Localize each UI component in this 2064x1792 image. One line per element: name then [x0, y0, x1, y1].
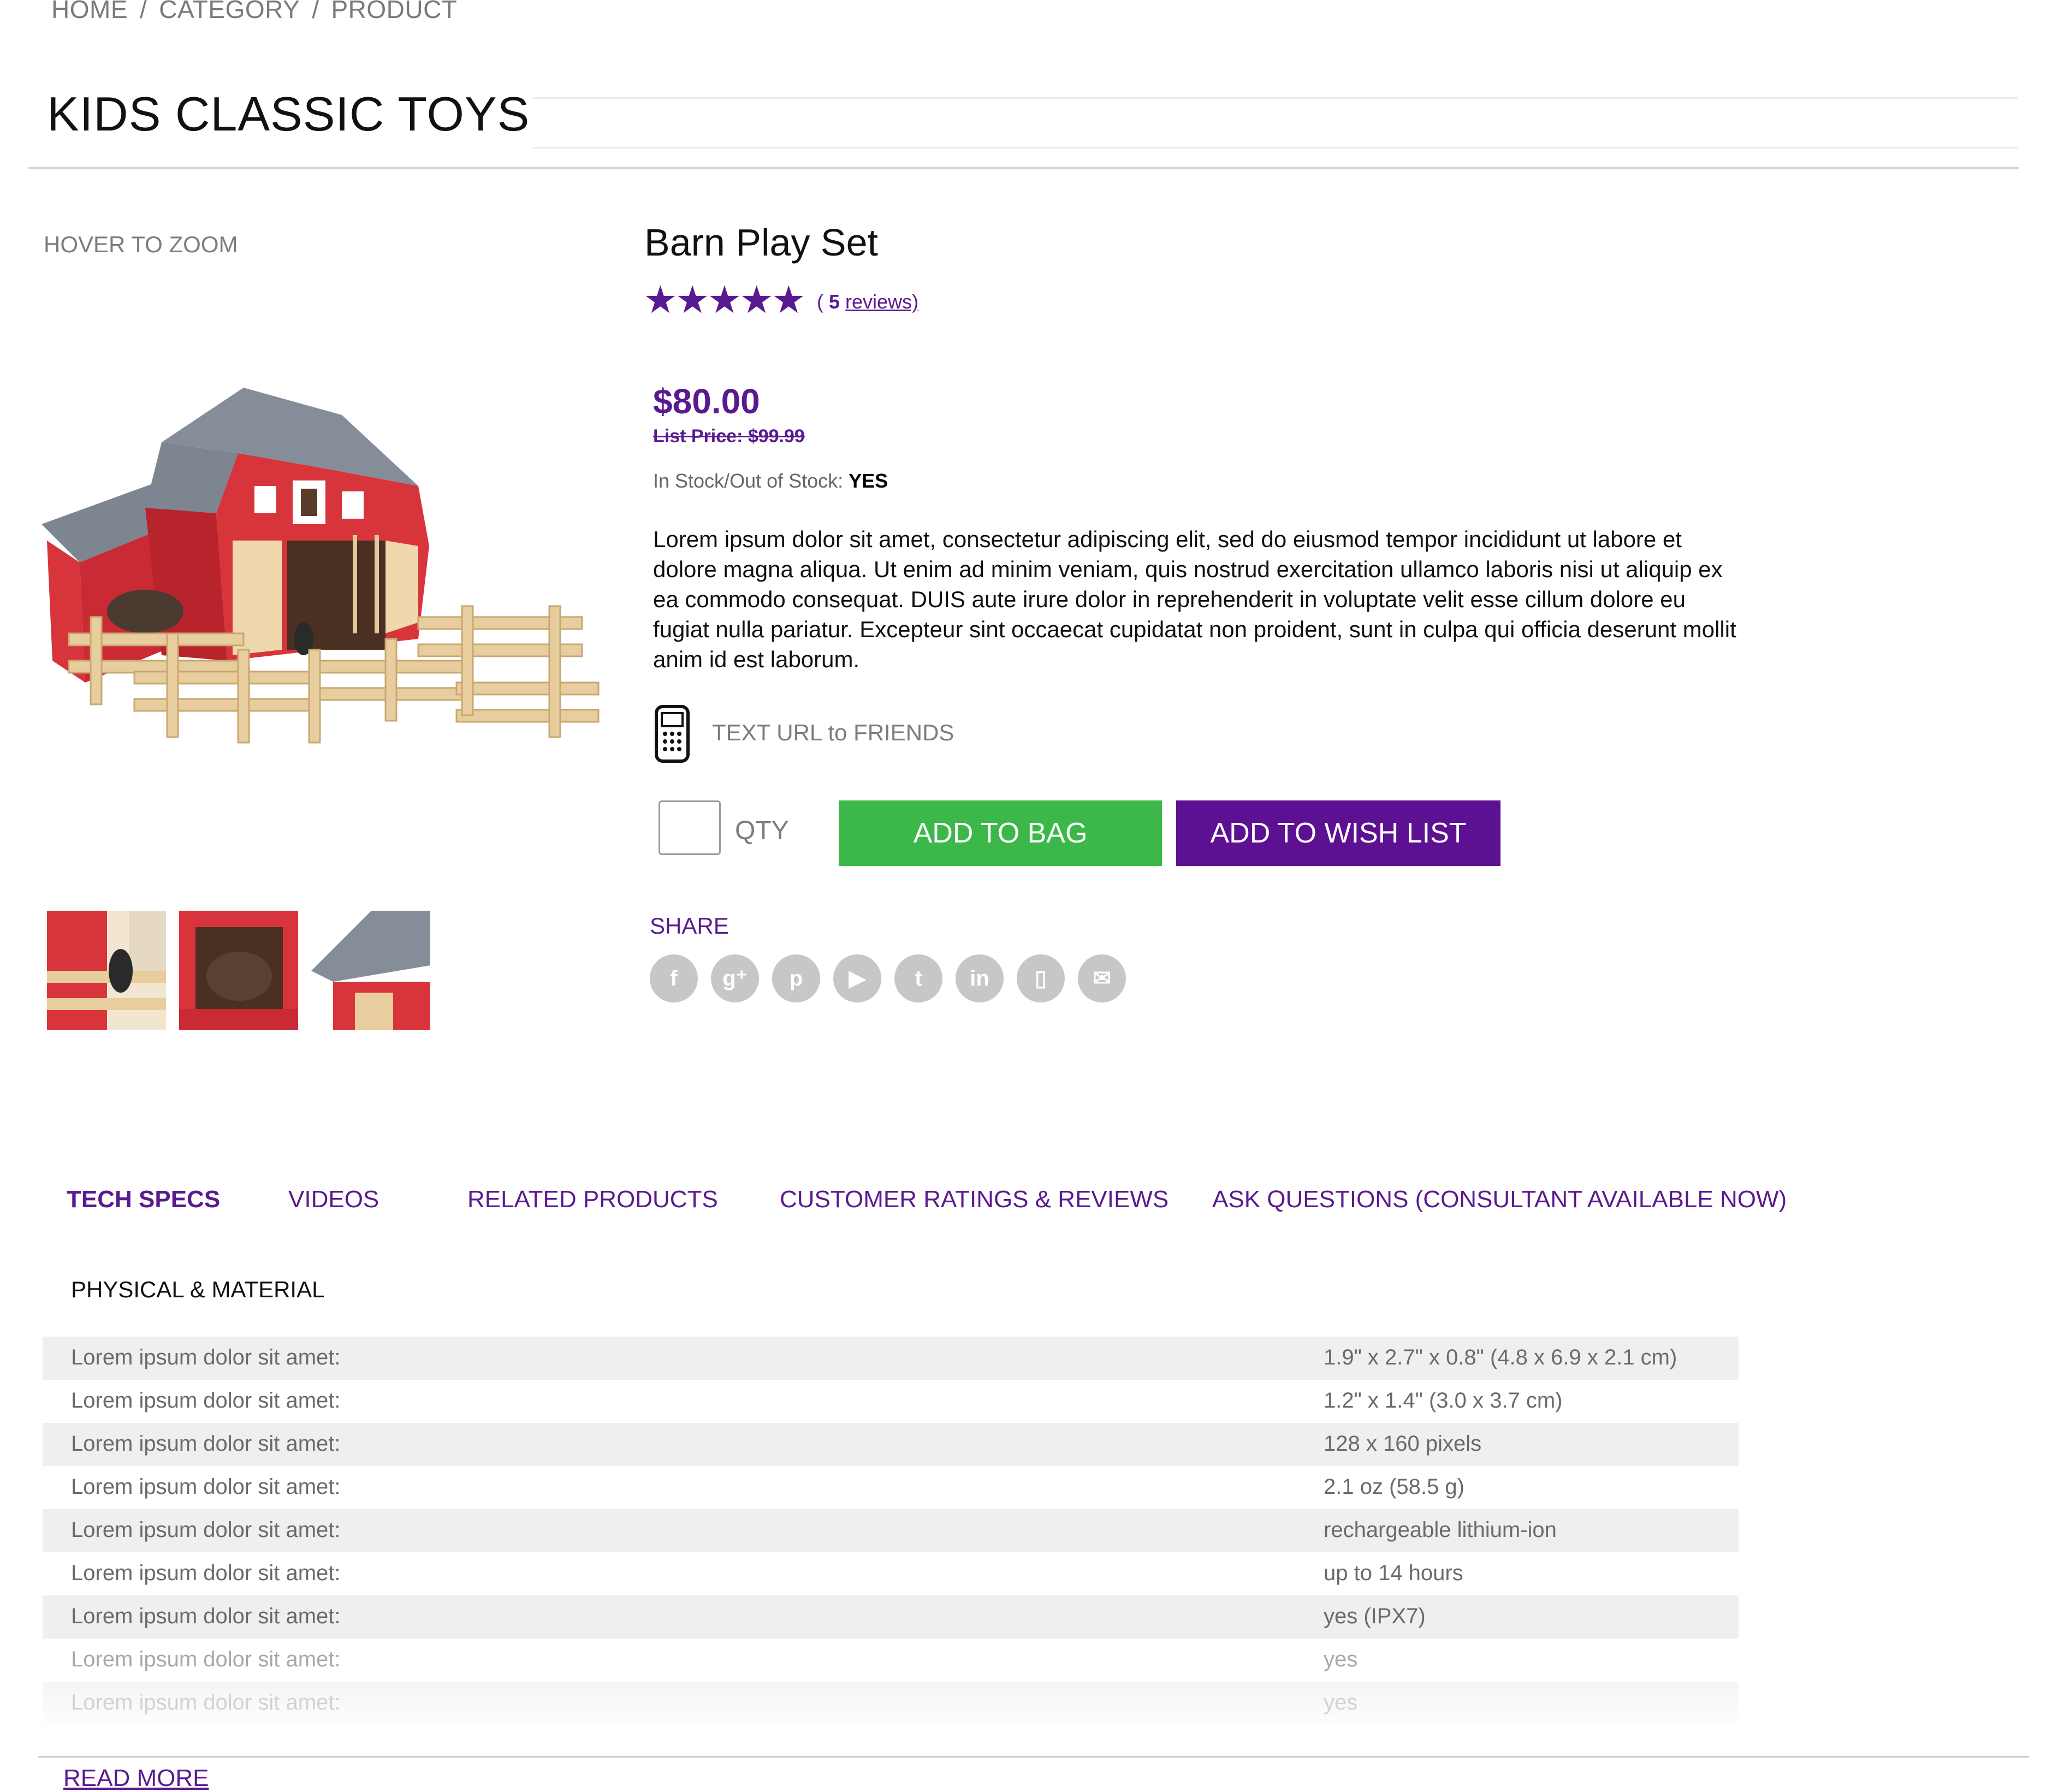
read-more-link[interactable]: READ MORE [63, 1765, 209, 1792]
spec-key: Lorem ipsum dolor sit amet: [71, 1388, 341, 1413]
thumbnail-3[interactable] [311, 911, 430, 1030]
spec-key: Lorem ipsum dolor sit amet: [71, 1345, 341, 1369]
reviews-open: ( [817, 290, 829, 313]
facebook-icon[interactable]: f [650, 954, 698, 1002]
divider [28, 167, 2019, 169]
tab-ask-questions[interactable]: ASK QUESTIONS (CONSULTANT AVAILABLE NOW) [1212, 1186, 1787, 1213]
product-description: Lorem ipsum dolor sit amet, consectetur … [653, 526, 1736, 672]
list-price: List Price: $99.99 [653, 426, 805, 447]
product-price: $80.00 [653, 382, 760, 421]
page-title: KIDS CLASSIC TOYS [47, 87, 530, 141]
share-label: SHARE [650, 913, 729, 939]
table-row: Lorem ipsum dolor sit amet: up to 14 hour… [43, 1552, 1739, 1595]
table-row: Lorem ipsum dolor sit amet: yes (IPX7) [43, 1595, 1739, 1639]
table-row: Lorem ipsum dolor sit amet: yes [43, 1639, 1739, 1682]
stock-value: YES [849, 470, 888, 492]
quantity-input[interactable] [659, 800, 721, 855]
breadcrumb-product[interactable]: PRODUCT [331, 0, 457, 23]
reviews-count: 5 [829, 290, 840, 313]
breadcrumb-home[interactable]: HOME [51, 0, 128, 23]
thumbnail-2[interactable] [179, 911, 298, 1030]
add-to-bag-button[interactable]: ADD TO BAG [839, 800, 1162, 866]
thumbnail-1[interactable] [47, 911, 166, 1030]
product-name: Barn Play Set [644, 221, 878, 264]
spec-value: 128 x 160 pixels [1324, 1432, 1482, 1456]
quantity-label: QTY [735, 816, 789, 845]
spec-value: yes [1324, 1690, 1358, 1714]
mobile-icon[interactable]: ▯ [1017, 954, 1065, 1002]
reviews-label[interactable]: reviews) [845, 290, 918, 313]
title-decoration [532, 97, 2018, 149]
spec-key: Lorem ipsum dolor sit amet: [71, 1604, 341, 1628]
spec-table: Lorem ipsum dolor sit amet: 1.9" x 2.7" x… [43, 1337, 1739, 1725]
tab-videos[interactable]: VIDEOS [288, 1186, 379, 1213]
spec-key: Lorem ipsum dolor sit amet: [71, 1475, 341, 1499]
stock-status: In Stock/Out of Stock: YES [653, 470, 888, 492]
table-row: Lorem ipsum dolor sit amet: 128 x 160 pix… [43, 1423, 1739, 1466]
table-row: Lorem ipsum dolor sit amet: yes [43, 1682, 1739, 1725]
twitter-icon[interactable]: t [894, 954, 942, 1002]
reviews-link[interactable]: ( 5 reviews) [817, 290, 918, 313]
add-to-wish-list-button[interactable]: ADD TO WISH LIST [1176, 800, 1500, 866]
stock-label: In Stock/Out of Stock: [653, 470, 849, 492]
divider [38, 1756, 2029, 1758]
spec-key: Lorem ipsum dolor sit amet: [71, 1432, 341, 1456]
spec-value: up to 14 hours [1324, 1561, 1463, 1585]
spec-key: Lorem ipsum dolor sit amet: [71, 1561, 341, 1585]
mobile-phone-icon[interactable] [653, 704, 691, 763]
table-row: Lorem ipsum dolor sit amet: 1.2" x 1.4" (… [43, 1380, 1739, 1423]
pinterest-icon[interactable]: p [772, 954, 820, 1002]
youtube-icon[interactable]: ▶ [833, 954, 881, 1002]
spec-value: 1.2" x 1.4" (3.0 x 3.7 cm) [1324, 1388, 1563, 1413]
email-icon[interactable]: ✉ [1078, 954, 1126, 1002]
spec-value: 1.9" x 2.7" x 0.8" (4.8 x 6.9 x 2.1 cm) [1324, 1345, 1677, 1369]
tab-tech-specs[interactable]: TECH SPECS [67, 1186, 220, 1213]
spec-value: yes [1324, 1647, 1358, 1671]
table-row: Lorem ipsum dolor sit amet: 1.9" x 2.7" x… [43, 1337, 1739, 1380]
breadcrumb-category[interactable]: CATEGORY [159, 0, 300, 23]
section-title: PHYSICAL & MATERIAL [71, 1277, 325, 1302]
google-plus-icon[interactable]: g⁺ [711, 954, 759, 1002]
breadcrumb: HOME / CATEGORY / PRODUCT [51, 0, 457, 24]
tab-customer-ratings-reviews[interactable]: CUSTOMER RATINGS & REVIEWS [780, 1186, 1169, 1213]
spec-value: rechargeable lithium-ion [1324, 1518, 1557, 1542]
tab-related-products[interactable]: RELATED PRODUCTS [467, 1186, 718, 1213]
spec-key: Lorem ipsum dolor sit amet: [71, 1647, 341, 1671]
spec-key: Lorem ipsum dolor sit amet: [71, 1518, 341, 1542]
breadcrumb-separator: / [312, 0, 319, 23]
linkedin-icon[interactable]: in [956, 954, 1004, 1002]
spec-value: 2.1 oz (58.5 g) [1324, 1475, 1464, 1499]
spec-key: Lorem ipsum dolor sit amet: [71, 1690, 341, 1714]
text-url-to-friends-link[interactable]: TEXT URL to FRIENDS [712, 720, 954, 746]
table-row: Lorem ipsum dolor sit amet: 2.1 oz (58.5 … [43, 1466, 1739, 1509]
product-main-image[interactable] [36, 377, 604, 808]
rating-stars: ★★★★★ [643, 278, 806, 321]
spec-value: yes (IPX7) [1324, 1604, 1426, 1628]
hover-zoom-label: HOVER TO ZOOM [44, 232, 238, 257]
table-row: Lorem ipsum dolor sit amet: rechargeable … [43, 1509, 1739, 1552]
breadcrumb-separator: / [140, 0, 147, 23]
